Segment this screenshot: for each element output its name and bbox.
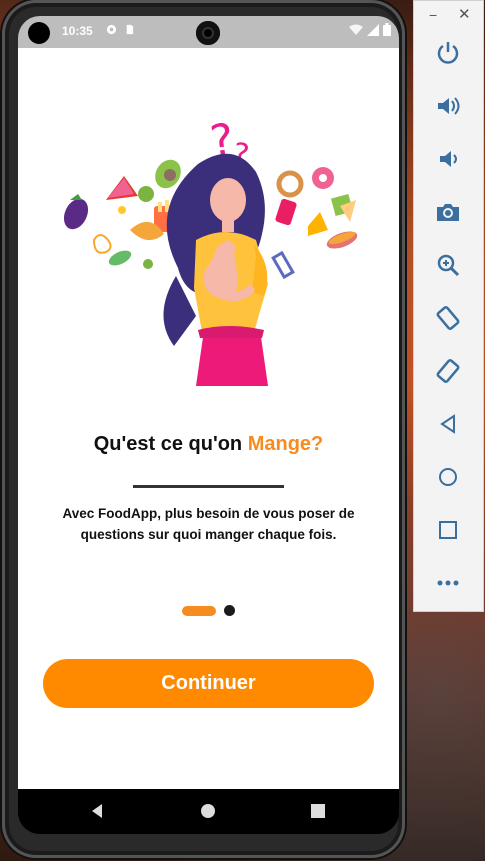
sd-card-icon [126,24,134,35]
zoom-icon[interactable] [434,251,462,279]
power-icon[interactable] [434,39,462,67]
overview-icon[interactable] [434,516,462,544]
status-bar: 10:35 [18,16,399,48]
emulator-toolbar: − ✕ [413,0,484,612]
signal-icon [367,23,379,36]
page-indicator-dot[interactable] [224,605,235,616]
status-icons [349,23,391,36]
home-icon[interactable] [434,463,462,491]
illustration-thinking-woman-food: ? ? [63,114,358,386]
volume-up-icon[interactable] [434,92,462,120]
emulator-window-controls: − ✕ [414,5,483,23]
notification-icon [106,24,117,35]
page-indicator [182,605,235,616]
onboarding-title: Qu'est ce qu'on Mange? [18,433,399,456]
onboarding-description: Avec FoodApp, plus besoin de vous poser … [62,506,355,542]
nav-back-icon[interactable] [88,801,108,821]
camera-icon[interactable] [434,198,462,226]
title-divider [133,485,284,488]
battery-icon [383,23,391,36]
nav-home-icon[interactable] [198,801,218,821]
minimize-icon[interactable]: − [429,7,437,23]
rotate-left-icon[interactable] [434,304,462,332]
page-indicator-active-dot[interactable] [182,605,216,616]
continue-button[interactable]: Continuer [43,659,374,708]
front-camera [28,22,50,44]
volume-down-icon[interactable] [434,145,462,173]
more-icon[interactable] [434,569,462,597]
system-nav-bar [18,789,399,834]
wifi-icon [349,24,363,35]
nav-overview-icon[interactable] [308,801,328,821]
back-icon[interactable] [434,410,462,438]
status-time: 10:35 [62,24,93,38]
rotate-right-icon[interactable] [434,357,462,385]
title-prefix: Qu'est ce qu'on [93,433,248,455]
onboarding-screen: ? ? Qu'est ce qu'on Mange? Avec FoodApp,… [18,48,399,789]
close-icon[interactable]: ✕ [458,5,471,23]
title-accent: Mange? [247,433,324,455]
phone-frame: 10:35 ? ? Qu'est ce qu'on Mange? Avec Fo… [2,0,405,858]
camera-cutout [196,21,220,45]
phone-screen: 10:35 ? ? Qu'est ce qu'on Mange? Avec Fo… [18,16,399,834]
